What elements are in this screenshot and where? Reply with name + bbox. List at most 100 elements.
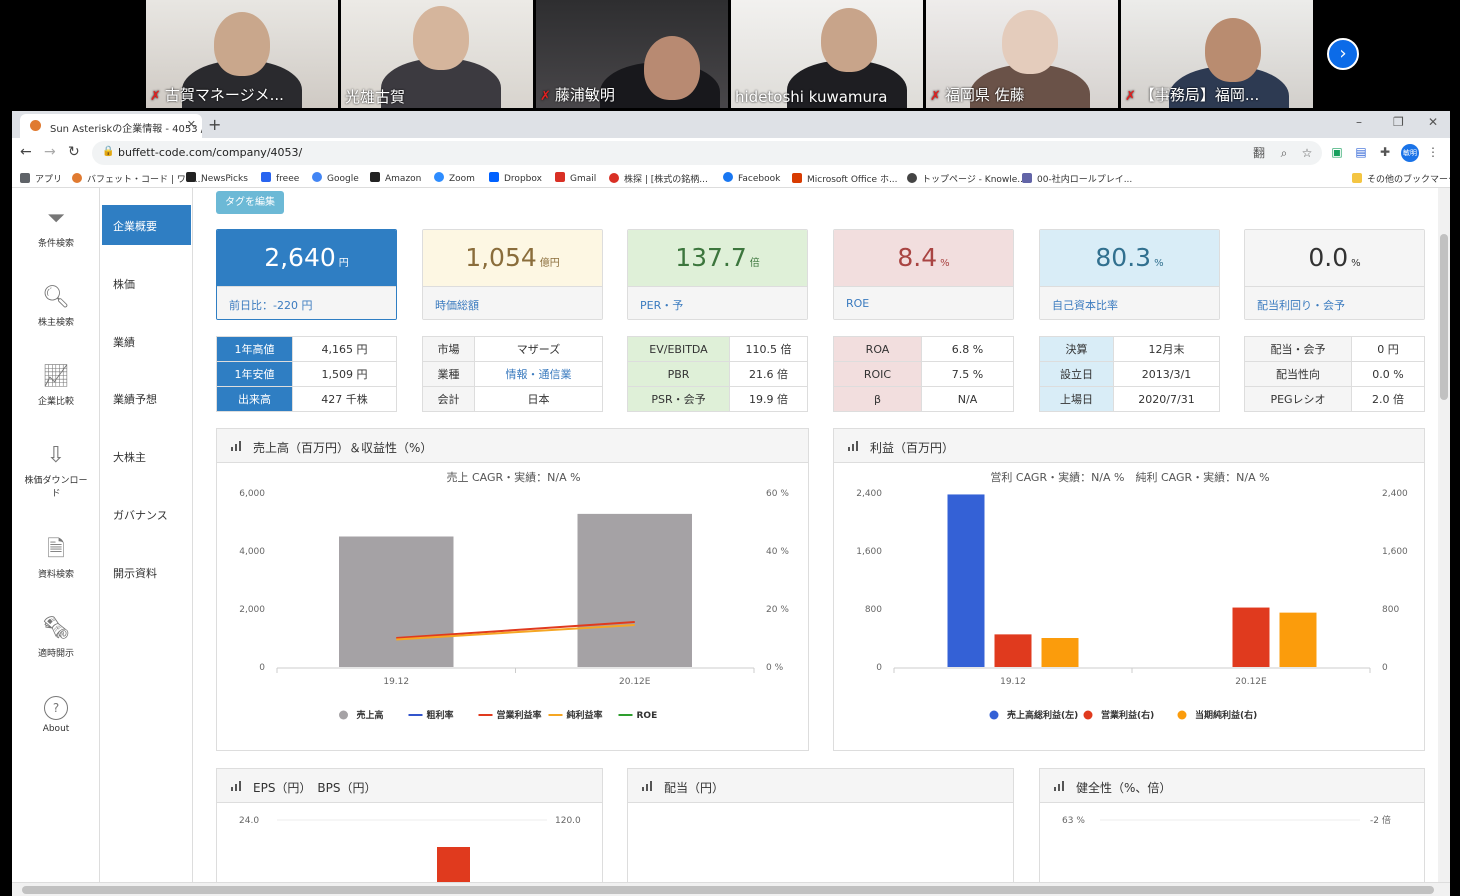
nav-price-download[interactable]: ⇩ 株価ダウンロード [12,443,100,499]
participant-tile[interactable]: ✗ 【事務局】福岡... [1121,0,1313,108]
nav-condition-search[interactable]: ⏷ 条件検索 [12,206,100,249]
tab-stock-price[interactable]: 株価 [102,263,191,303]
kpi-label[interactable]: ROE [834,286,1013,319]
tab-forecast[interactable]: 業績予想 [102,378,191,418]
participant-tile[interactable]: ✗ 古賀マネージメ... [146,0,338,108]
translate-icon[interactable]: 翻 [1252,146,1266,160]
minimize-button[interactable]: – [1356,115,1362,129]
bookmark-item[interactable]: 株探 | [株式の銘柄... [609,172,708,185]
browser-menu-icon[interactable]: ⋮ [1426,145,1440,159]
tab-major-shareholders[interactable]: 大株主 [102,436,191,476]
scrollbar-thumb[interactable] [22,886,1434,894]
participant-tile[interactable]: ✗ 福岡県 佐藤 [926,0,1118,108]
lock-icon: 🔒 [102,146,115,157]
extensions-puzzle-icon[interactable]: ✚ [1378,145,1392,159]
kpi-label[interactable]: 時価総額 [423,286,602,319]
back-button[interactable]: ← [20,144,32,160]
nav-about[interactable]: ? About [12,696,100,734]
disclosure-icon: 🗞︎ [42,616,70,641]
bookmark-item[interactable]: freee [261,172,299,184]
nav-shareholder-search[interactable]: 🔍︎ 株主検索 [12,285,100,328]
y2-tick-label: 800 [1382,605,1399,615]
detail-value: 7.5 % [921,361,1014,387]
horizontal-scrollbar[interactable] [12,882,1450,896]
detail-table-dividend: 配当・会予 0 円 配当性向 0.0 % PEGレシオ 2.0 倍 [1244,336,1425,412]
tab-close-icon[interactable]: ✕ [187,118,196,131]
bookmark-star-icon[interactable]: ☆ [1300,146,1314,160]
bookmark-item[interactable]: バフェット・コード | ワン... [72,172,203,185]
participant-name: 光雄古賀 [345,88,406,106]
detail-key: 1年安値 [216,361,293,387]
nav-company-compare[interactable]: 📈︎ 企業比較 [12,364,100,407]
detail-key: 配当性向 [1244,361,1352,387]
forward-button[interactable]: → [44,144,56,160]
tab-disclosure[interactable]: 開示資料 [102,552,191,592]
other-bookmarks[interactable]: その他のブックマーク [1352,172,1450,185]
edit-tags-button[interactable]: タグを編集 [216,191,284,214]
zoom-icon[interactable]: ⌕ [1277,146,1291,160]
bookmark-item[interactable]: 00-社内ロールプレイ... [1022,172,1132,185]
bookmark-item[interactable]: NewsPicks [186,172,248,184]
extension-icon[interactable]: ▤ [1354,145,1368,159]
legend-label: 営業利益率 [497,709,542,721]
teams-icon [1022,173,1032,183]
url-bar[interactable]: 🔒 buffett-code.com/company/4053/ 翻 ⌕ ☆ [92,141,1322,165]
site-favicon-icon [72,173,82,183]
office-icon [792,173,802,183]
bookmark-item[interactable]: Google [312,172,359,184]
gmail-icon [555,172,565,182]
participant-name: ✗ 古賀マネージメ... [150,86,284,104]
scrollbar-thumb[interactable] [1440,234,1448,400]
tab-overview[interactable]: 企業概要 [102,205,191,245]
panel-header: EPS（円） BPS（円） [217,769,602,803]
participant-tile[interactable]: hidetoshi kuwamura [731,0,923,108]
extension-icon[interactable]: ▣ [1330,145,1344,159]
kpi-label[interactable]: PER・予 [628,286,807,319]
kpi-label[interactable]: 前日比：-220 円 [217,286,396,319]
participant-name: hidetoshi kuwamura [735,88,888,106]
detail-table-price: 1年高値 4,165 円 1年安値 1,509 円 出来高 427 千株 [216,336,397,412]
reload-button[interactable]: ↻ [68,144,80,160]
section-navigation: 企業概要 株価 業績 業績予想 大株主 ガバナンス 開示資料 [101,188,193,882]
browser-tab[interactable]: Sun Asteriskの企業情報 - 4053 / ✕ [20,114,202,138]
restore-button[interactable]: ❐ [1393,115,1404,129]
vertical-scrollbar[interactable] [1438,188,1450,882]
legend-label: 営業利益(右) [1101,709,1154,721]
close-window-button[interactable]: ✕ [1428,115,1438,129]
participant-tile[interactable]: 光雄古賀 [341,0,533,108]
y2-tick-label: 60 % [766,489,789,499]
tab-governance[interactable]: ガバナンス [102,494,191,534]
y2-tick-label: 120.0 [555,816,581,826]
bookmark-apps[interactable]: アプリ [20,172,62,185]
site-favicon-icon [30,120,41,131]
bookmarks-bar: アプリ バフェット・コード | ワン... NewsPicks freee Go… [12,168,1450,188]
new-tab-button[interactable]: + [208,115,221,134]
nav-document-search[interactable]: 🗎 資料検索 [12,537,100,580]
bookmark-item[interactable]: Zoom [434,172,475,184]
y2-tick-label: 0 [1382,663,1388,673]
tab-title: Sun Asteriskの企業情報 - 4053 / [50,124,202,135]
left-navigation: ⏷ 条件検索 🔍︎ 株主検索 📈︎ 企業比較 ⇩ 株価ダウンロード 🗎 資料検索 🗞︎ 適時… [12,188,100,882]
detail-value: 2020/7/31 [1113,386,1220,412]
sales-chart-panel: 売上高（百万円）＆収益性（%） 売上 CAGR・実績：N/A % 0 0 % 2,00… [216,428,809,751]
next-participants-button[interactable]: › [1327,38,1359,70]
bookmark-item[interactable]: Facebook [723,172,780,184]
kpi-card-market-cap: 1,054 億円 時価総額 [422,229,603,320]
kpi-value: 2,640 円 [217,230,396,286]
y2-tick-label: 2,400 [1382,489,1408,499]
kpi-label[interactable]: 配当利回り・会予 [1245,286,1424,319]
kpi-card-per: 137.7 倍 PER・予 [627,229,808,320]
y-tick-label: 4,000 [239,547,265,557]
participant-tile[interactable]: ✗ 藤浦敏明 [536,0,728,108]
industry-link[interactable]: 情報・通信業 [474,361,603,387]
profile-avatar[interactable]: 敏明 [1401,144,1419,162]
bookmark-item[interactable]: Dropbox [489,172,542,184]
tab-results[interactable]: 業績 [102,321,191,361]
detail-value: N/A [921,386,1014,412]
nav-timely-disclosure[interactable]: 🗞︎ 適時開示 [12,616,100,659]
kpi-label[interactable]: 自己資本比率 [1040,286,1219,319]
bookmark-item[interactable]: Microsoft Office ホ... [792,172,898,185]
bookmark-item[interactable]: Amazon [370,172,421,184]
bookmark-item[interactable]: トップページ - Knowle... [907,172,1026,185]
bookmark-item[interactable]: Gmail [555,172,596,184]
